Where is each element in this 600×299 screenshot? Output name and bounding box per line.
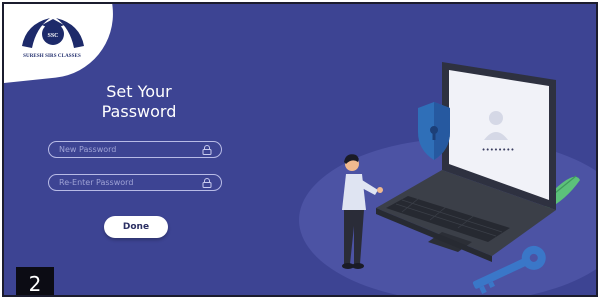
title-line-1: Set Your: [106, 82, 172, 101]
logo-emblem: SSC: [22, 18, 84, 48]
step-number-badge: 2: [16, 267, 54, 295]
logo-text: SURESH SIRS CLASSES: [23, 54, 81, 59]
lock-icon: [202, 177, 212, 188]
reenter-password-field[interactable]: [48, 174, 222, 191]
done-button[interactable]: Done: [104, 216, 168, 238]
lock-icon: [202, 144, 212, 155]
user-avatar-icon: [489, 111, 503, 125]
new-password-field[interactable]: [48, 141, 222, 158]
password-mask: ••••••••: [481, 146, 514, 154]
password-setup-slide: SSC SURESH SIRS CLASSES Set Your Passwor…: [2, 2, 598, 297]
laptop-security-illustration: ••••••••: [299, 62, 596, 295]
svg-text:SSC: SSC: [47, 33, 58, 39]
new-password-input[interactable]: [59, 145, 201, 154]
page-title: Set Your Password: [64, 82, 214, 122]
title-line-2: Password: [101, 102, 177, 121]
reenter-password-input[interactable]: [59, 178, 201, 187]
